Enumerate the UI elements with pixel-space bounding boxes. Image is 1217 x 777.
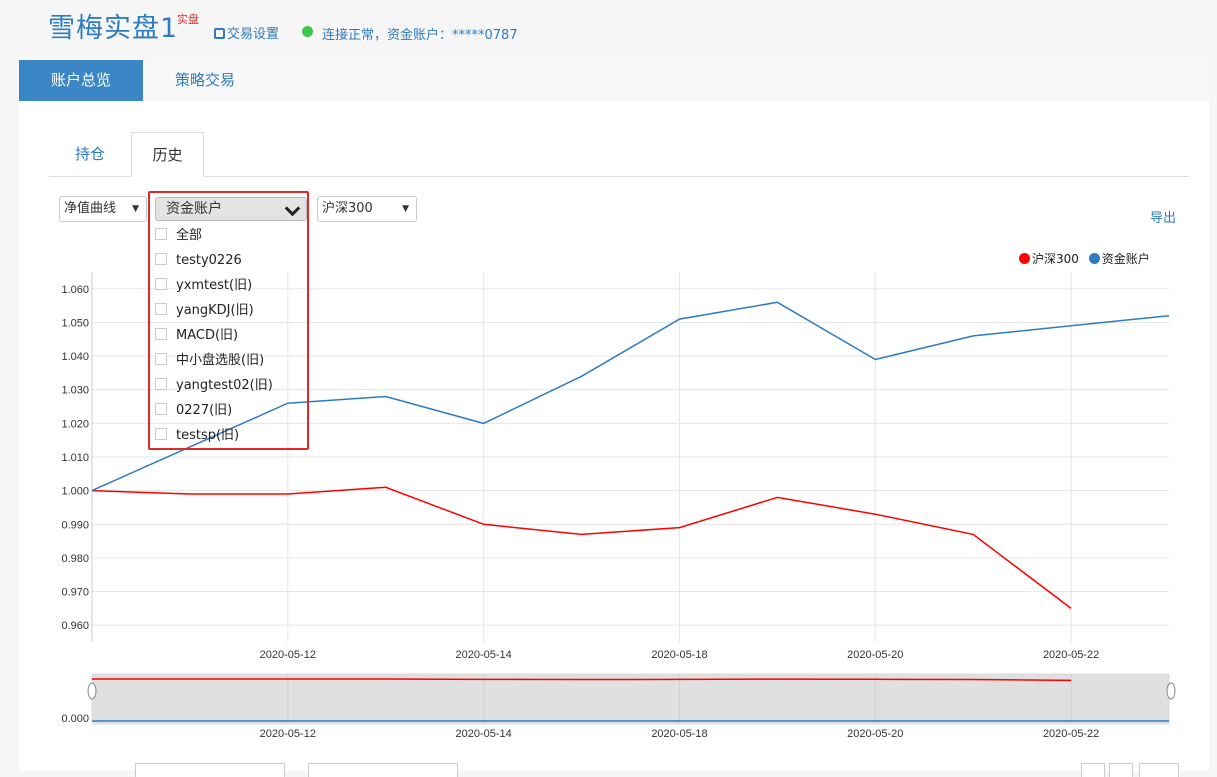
trade-settings-link[interactable]: 交易设置	[214, 23, 279, 42]
navigator-x-tick-label: 2020-05-14	[455, 728, 511, 740]
end-date-input[interactable]	[308, 763, 458, 777]
y-tick-label: 1.060	[61, 284, 89, 296]
dropdown-option-label: testy0226	[176, 253, 242, 268]
dropdown-option[interactable]: yangtest02(旧)	[155, 373, 305, 398]
x-tick-label: 2020-05-18	[651, 649, 707, 661]
connection-status-text: 连接正常，资金账户：*****0787	[322, 28, 518, 43]
dropdown-option-label: 中小盘选股(旧)	[176, 353, 265, 368]
dropdown-option[interactable]: testy0226	[155, 248, 305, 273]
trade-settings-label: 交易设置	[227, 27, 280, 42]
y-tick-label: 1.040	[61, 351, 89, 363]
dropdown-option-label: yangtest02(旧)	[176, 378, 273, 393]
page-header: 雪梅实盘1 实盘 交易设置 连接正常，资金账户：*****0787	[0, 0, 1217, 60]
dropdown-option-label: 全部	[176, 228, 203, 243]
main-card: 账户总览 策略交易 持仓 历史 净值曲线 ▼ 沪深300 ▼ 导出 沪深300 …	[19, 60, 1209, 777]
checkbox-icon[interactable]	[155, 353, 167, 365]
account-select-value: 资金账户	[166, 201, 222, 217]
navigator-window	[91, 673, 1170, 725]
checkbox-icon[interactable]	[155, 378, 167, 390]
checkbox-icon[interactable]	[155, 328, 167, 340]
dropdown-option-label: 0227(旧)	[176, 403, 233, 418]
live-badge: 实盘	[177, 13, 199, 26]
dropdown-option[interactable]: yxmtest(旧)	[155, 273, 305, 298]
edit-icon	[214, 28, 225, 39]
checkbox-icon[interactable]	[155, 228, 167, 240]
dropdown-option-label: yxmtest(旧)	[176, 278, 253, 293]
y-tick-label: 1.000	[61, 486, 89, 498]
checkbox-icon[interactable]	[155, 278, 167, 290]
y-tick-label: 0.990	[61, 519, 89, 531]
dropdown-option-label: yangKDJ(旧)	[176, 303, 254, 318]
pager-go-button[interactable]	[1139, 763, 1179, 777]
y-tick-label: 1.010	[61, 452, 89, 464]
dropdown-option-label: MACD(旧)	[176, 328, 239, 343]
chevron-down-icon	[284, 200, 301, 217]
checkbox-icon[interactable]	[155, 303, 167, 315]
dropdown-option-label: testsp(旧)	[176, 428, 240, 443]
navigator-left-handle	[87, 682, 97, 700]
dropdown-option[interactable]: testsp(旧)	[155, 423, 305, 448]
navigator-right-handle	[1166, 682, 1176, 700]
app-title: 雪梅实盘1	[48, 13, 179, 44]
navigator-x-tick-label: 2020-05-12	[260, 728, 316, 740]
x-tick-label: 2020-05-22	[1043, 649, 1099, 661]
series-line-0	[91, 486, 1072, 609]
pager-prev-button[interactable]	[1081, 763, 1105, 777]
y-tick-label: 1.050	[61, 317, 89, 329]
dropdown-option[interactable]: MACD(旧)	[155, 323, 305, 348]
dropdown-option[interactable]: yangKDJ(旧)	[155, 298, 305, 323]
dropdown-option[interactable]: 0227(旧)	[155, 398, 305, 423]
dropdown-option[interactable]: 全部	[155, 223, 305, 248]
account-dropdown-list: 全部 testy0226 yxmtest(旧) yangKDJ(旧) MACD(旧) 中小…	[155, 223, 305, 448]
navigator-x-tick-label: 2020-05-20	[847, 728, 903, 740]
x-tick-label: 2020-05-20	[847, 649, 903, 661]
dropdown-option[interactable]: 中小盘选股(旧)	[155, 348, 305, 373]
checkbox-icon[interactable]	[155, 428, 167, 440]
navigator-x-tick-label: 2020-05-22	[1043, 728, 1099, 740]
navigator-y-label: 0.000	[61, 713, 89, 725]
pager-next-button[interactable]	[1109, 763, 1133, 777]
connection-status-icon	[302, 26, 313, 37]
x-tick-label: 2020-05-14	[455, 649, 511, 661]
navigator-x-tick-label: 2020-05-18	[651, 728, 707, 740]
checkbox-icon[interactable]	[155, 403, 167, 415]
y-tick-label: 1.030	[61, 385, 89, 397]
y-tick-label: 0.960	[61, 620, 89, 632]
y-tick-label: 0.970	[61, 587, 89, 599]
start-date-input[interactable]	[135, 763, 285, 777]
y-tick-label: 1.020	[61, 418, 89, 430]
x-tick-label: 2020-05-12	[260, 649, 316, 661]
account-select[interactable]: 资金账户	[155, 197, 307, 221]
y-tick-label: 0.980	[61, 553, 89, 565]
checkbox-icon[interactable]	[155, 253, 167, 265]
